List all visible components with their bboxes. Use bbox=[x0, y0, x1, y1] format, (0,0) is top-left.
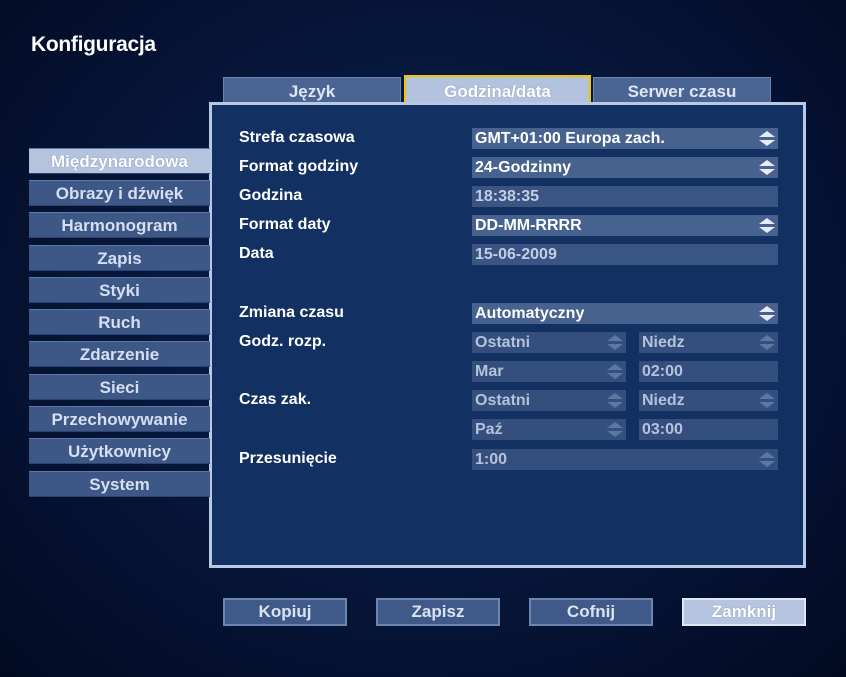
dst-end-time-field[interactable]: 03:00 bbox=[639, 419, 778, 440]
dst-end-day-select[interactable]: Niedz bbox=[639, 390, 778, 411]
dst-start-week-value: Ostatni bbox=[475, 334, 531, 351]
dst-start-month-select[interactable]: Mar bbox=[472, 361, 626, 382]
date-format-select[interactable]: DD-MM-RRRR bbox=[472, 215, 778, 236]
dst-end-week-select[interactable]: Ostatni bbox=[472, 390, 626, 411]
sidebar-item-international[interactable]: Międzynarodowa bbox=[29, 148, 210, 174]
spin-arrows-icon[interactable] bbox=[606, 334, 624, 351]
date-value: 15-06-2009 bbox=[475, 246, 557, 263]
spin-arrows-icon[interactable] bbox=[758, 392, 776, 409]
sidebar-item-system[interactable]: System bbox=[29, 471, 210, 497]
dst-value: Automatyczny bbox=[475, 305, 585, 322]
sidebar-item-schedule[interactable]: Harmonogram bbox=[29, 212, 210, 238]
dst-start-time-value: 02:00 bbox=[642, 363, 683, 380]
sidebar-item-motion[interactable]: Ruch bbox=[29, 309, 210, 335]
dst-start-day-select[interactable]: Niedz bbox=[639, 332, 778, 353]
dst-end-label: Czas zak. bbox=[239, 391, 312, 408]
time-label: Godzina bbox=[239, 187, 303, 204]
offset-value: 1:00 bbox=[475, 451, 508, 468]
dst-start-label: Godz. rozp. bbox=[239, 333, 327, 350]
dst-start-day-value: Niedz bbox=[642, 334, 685, 351]
time-format-value: 24-Godzinny bbox=[475, 159, 572, 176]
time-format-select[interactable]: 24-Godzinny bbox=[472, 157, 778, 178]
copy-button[interactable]: Kopiuj bbox=[223, 598, 347, 626]
spin-arrows-icon[interactable] bbox=[606, 421, 624, 438]
sidebar-item-storage[interactable]: Przechowywanie bbox=[29, 406, 210, 432]
spin-arrows-icon[interactable] bbox=[758, 217, 776, 234]
spin-arrows-icon[interactable] bbox=[606, 363, 624, 380]
offset-select[interactable]: 1:00 bbox=[472, 449, 778, 470]
date-format-label: Format daty bbox=[239, 216, 331, 233]
sidebar-item-event[interactable]: Zdarzenie bbox=[29, 341, 210, 367]
sidebar-item-network[interactable]: Sieci bbox=[29, 374, 210, 400]
dst-end-day-value: Niedz bbox=[642, 392, 685, 409]
offset-label: Przesunięcie bbox=[239, 450, 337, 467]
date-label: Data bbox=[239, 245, 274, 262]
page-title: Konfiguracja bbox=[31, 33, 156, 56]
date-format-value: DD-MM-RRRR bbox=[475, 217, 582, 234]
dst-label: Zmiana czasu bbox=[239, 304, 344, 321]
tab-language[interactable]: Język bbox=[223, 77, 401, 102]
spin-arrows-icon[interactable] bbox=[758, 305, 776, 322]
dst-select[interactable]: Automatyczny bbox=[472, 303, 778, 324]
tab-time-server[interactable]: Serwer czasu bbox=[593, 77, 771, 102]
sidebar-item-image-sound[interactable]: Obrazy i dźwięk bbox=[29, 180, 210, 206]
time-field[interactable]: 18:38:35 bbox=[472, 186, 778, 207]
spin-arrows-icon[interactable] bbox=[758, 451, 776, 468]
spin-arrows-icon[interactable] bbox=[758, 334, 776, 351]
spin-arrows-icon[interactable] bbox=[606, 392, 624, 409]
dst-end-month-select[interactable]: Paź bbox=[472, 419, 626, 440]
dst-end-time-value: 03:00 bbox=[642, 421, 683, 438]
timezone-label: Strefa czasowa bbox=[239, 129, 355, 146]
timezone-select[interactable]: GMT+01:00 Europa zach. bbox=[472, 128, 778, 149]
time-value: 18:38:35 bbox=[475, 188, 540, 205]
timezone-value: GMT+01:00 Europa zach. bbox=[475, 130, 665, 147]
sidebar-item-recording[interactable]: Zapis bbox=[29, 245, 210, 271]
date-field[interactable]: 15-06-2009 bbox=[472, 244, 778, 265]
sidebar-item-contacts[interactable]: Styki bbox=[29, 277, 210, 303]
sidebar-item-users[interactable]: Użytkownicy bbox=[29, 438, 210, 464]
close-button[interactable]: Zamknij bbox=[682, 598, 806, 626]
dst-start-time-field[interactable]: 02:00 bbox=[639, 361, 778, 382]
undo-button[interactable]: Cofnij bbox=[529, 598, 653, 626]
dst-start-week-select[interactable]: Ostatni bbox=[472, 332, 626, 353]
dst-start-month-value: Mar bbox=[475, 363, 504, 380]
dst-end-month-value: Paź bbox=[475, 421, 503, 438]
save-button[interactable]: Zapisz bbox=[376, 598, 500, 626]
spin-arrows-icon[interactable] bbox=[758, 130, 776, 147]
tab-time-date[interactable]: Godzina/data bbox=[404, 75, 591, 104]
dst-end-week-value: Ostatni bbox=[475, 392, 531, 409]
time-format-label: Format godziny bbox=[239, 158, 359, 175]
spin-arrows-icon[interactable] bbox=[758, 159, 776, 176]
